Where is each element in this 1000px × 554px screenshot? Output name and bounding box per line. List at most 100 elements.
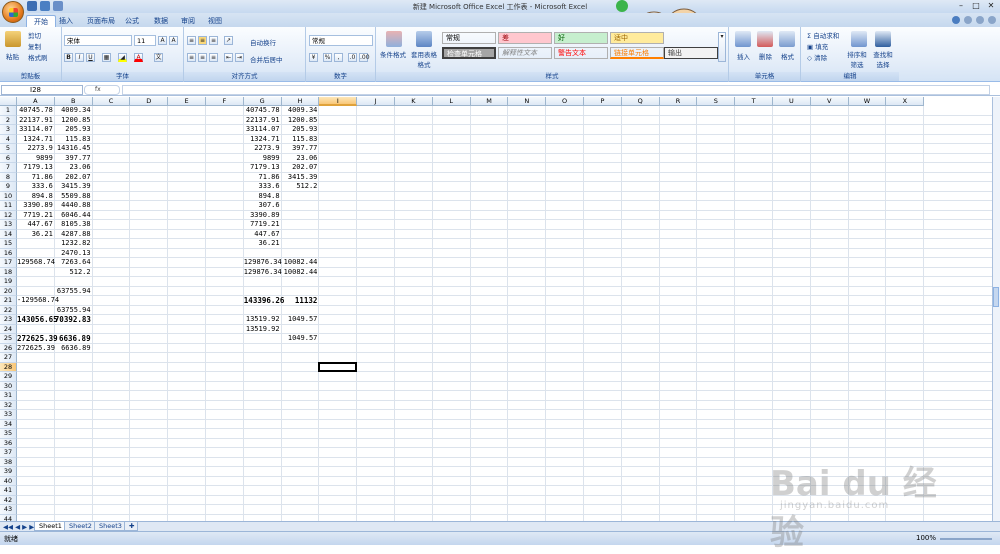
cell-H25[interactable]: 1049.57 xyxy=(282,334,320,344)
cell-H9[interactable]: 512.2 xyxy=(282,182,320,192)
cell-B10[interactable]: 5509.88 xyxy=(55,192,93,202)
help-icon[interactable] xyxy=(952,16,960,24)
tab-data[interactable]: 数据 xyxy=(147,15,175,27)
align-center-icon[interactable]: ≡ xyxy=(198,53,207,62)
cell-G4[interactable]: 1324.71 xyxy=(244,135,282,145)
column-header-S[interactable]: S xyxy=(697,97,736,106)
cell-B11[interactable]: 4440.88 xyxy=(55,201,93,211)
column-header-Q[interactable]: Q xyxy=(621,97,660,106)
row-header-39[interactable]: 39 xyxy=(0,467,17,477)
row-header-10[interactable]: 10 xyxy=(0,191,17,201)
formula-input[interactable] xyxy=(122,85,990,95)
column-header-J[interactable]: J xyxy=(357,97,395,106)
column-header-W[interactable]: W xyxy=(848,97,887,106)
style-linked-cell[interactable]: 链接单元格 xyxy=(610,47,664,59)
cell-A21[interactable]: -129568.74 xyxy=(17,296,59,306)
row-header-20[interactable]: 20 xyxy=(0,286,17,296)
cell-G3[interactable]: 33114.07 xyxy=(244,125,282,135)
row-header-12[interactable]: 12 xyxy=(0,210,17,220)
orientation-icon[interactable]: ↗ xyxy=(224,36,233,45)
row-header-8[interactable]: 8 xyxy=(0,172,17,182)
fill-button[interactable]: ▣ 填充 xyxy=(807,41,828,51)
column-header-G[interactable]: G xyxy=(243,97,282,106)
row-header-6[interactable]: 6 xyxy=(0,153,17,163)
conditional-format-button[interactable]: 条件格式 xyxy=(380,49,406,59)
insert-sheet-icon[interactable]: ✚ xyxy=(124,522,138,531)
row-header-1[interactable]: 1 xyxy=(0,106,17,116)
autosum-button[interactable]: Σ 自动求和 xyxy=(807,30,839,40)
column-header-K[interactable]: K xyxy=(395,97,433,106)
cell-H8[interactable]: 3415.39 xyxy=(282,173,320,183)
cell-H5[interactable]: 397.77 xyxy=(282,144,320,154)
cell-B20[interactable]: 63755.94 xyxy=(55,287,93,297)
minimize-icon[interactable]: – xyxy=(954,1,968,11)
currency-icon[interactable]: ¥ xyxy=(309,53,318,62)
cell-G10[interactable]: 894.8 xyxy=(244,192,282,202)
merge-center-button[interactable]: 合并后居中 xyxy=(250,54,283,64)
cell-B6[interactable]: 397.77 xyxy=(55,154,93,164)
row-header-25[interactable]: 25 xyxy=(0,334,17,344)
row-header-41[interactable]: 41 xyxy=(0,486,17,496)
cell-B12[interactable]: 6046.44 xyxy=(55,211,93,221)
close-workbook-icon[interactable] xyxy=(988,16,996,24)
row-header-9[interactable]: 9 xyxy=(0,182,17,192)
column-header-A[interactable]: A xyxy=(17,97,55,106)
row-header-28[interactable]: 28 xyxy=(0,362,17,372)
style-bad[interactable]: 差 xyxy=(498,32,552,44)
tab-view[interactable]: 视图 xyxy=(201,15,229,27)
zoom-level[interactable]: 100% xyxy=(916,534,936,542)
cell-G14[interactable]: 447.67 xyxy=(244,230,282,240)
row-header-13[interactable]: 13 xyxy=(0,220,17,230)
underline-icon[interactable]: U xyxy=(86,53,95,62)
row-header-2[interactable]: 2 xyxy=(0,115,17,125)
style-good[interactable]: 好 xyxy=(554,32,608,44)
cell-B15[interactable]: 1232.82 xyxy=(55,239,93,249)
copy-button[interactable]: 复制 xyxy=(28,41,41,51)
cell-A5[interactable]: 2273.9 xyxy=(17,144,55,154)
cell-A8[interactable]: 71.86 xyxy=(17,173,55,183)
row-header-27[interactable]: 27 xyxy=(0,353,17,363)
cell-H17[interactable]: 10082.44 xyxy=(282,258,320,268)
tab-formulas[interactable]: 公式 xyxy=(118,15,146,27)
cell-B13[interactable]: 8105.38 xyxy=(55,220,93,230)
row-header-33[interactable]: 33 xyxy=(0,410,17,420)
undo-icon[interactable] xyxy=(40,1,50,11)
minimize-ribbon-icon[interactable] xyxy=(964,16,972,24)
conditional-format-icon[interactable] xyxy=(386,31,402,47)
cell-A26[interactable]: 272625.39 xyxy=(17,344,55,354)
column-header-L[interactable]: L xyxy=(432,97,471,106)
sort-filter-button[interactable]: 排序和筛选 xyxy=(845,49,869,69)
scroll-thumb[interactable] xyxy=(993,287,999,307)
cell-G2[interactable]: 22137.91 xyxy=(244,116,282,126)
cell-B17[interactable]: 7263.64 xyxy=(55,258,93,268)
row-header-42[interactable]: 42 xyxy=(0,495,17,505)
font-color-icon[interactable]: A xyxy=(134,53,143,62)
cell-B2[interactable]: 1200.85 xyxy=(55,116,93,126)
find-select-button[interactable]: 查找和选择 xyxy=(871,49,895,69)
style-normal[interactable]: 常规 xyxy=(442,32,496,44)
cell-A6[interactable]: 9899 xyxy=(17,154,55,164)
phonetic-icon[interactable]: 文 xyxy=(154,53,163,62)
row-header-22[interactable]: 22 xyxy=(0,305,17,315)
style-neutral[interactable]: 适中 xyxy=(610,32,664,44)
restore-icon[interactable] xyxy=(976,16,984,24)
column-header-M[interactable]: M xyxy=(470,97,509,106)
cell-B4[interactable]: 115.83 xyxy=(55,135,93,145)
cell-H6[interactable]: 23.06 xyxy=(282,154,320,164)
column-header-O[interactable]: O xyxy=(546,97,584,106)
style-explanatory[interactable]: 解释性文本 xyxy=(498,47,552,59)
format-cells-button[interactable]: 格式 xyxy=(781,51,794,61)
fx-button[interactable]: fx xyxy=(84,85,120,95)
active-cell-cursor[interactable] xyxy=(318,361,358,372)
fill-color-icon[interactable]: ◢ xyxy=(118,53,127,62)
column-header-H[interactable]: H xyxy=(281,97,320,106)
row-header-36[interactable]: 36 xyxy=(0,438,17,448)
align-middle-icon[interactable]: ≡ xyxy=(198,36,207,45)
cell-B26[interactable]: 6636.89 xyxy=(55,344,93,354)
row-header-14[interactable]: 14 xyxy=(0,229,17,239)
cell-B22[interactable]: 63755.94 xyxy=(55,306,93,316)
italic-icon[interactable]: I xyxy=(75,53,84,62)
font-name-select[interactable]: 宋体 xyxy=(64,35,132,46)
cell-G1[interactable]: 40745.78 xyxy=(244,106,282,116)
row-header-5[interactable]: 5 xyxy=(0,144,17,154)
